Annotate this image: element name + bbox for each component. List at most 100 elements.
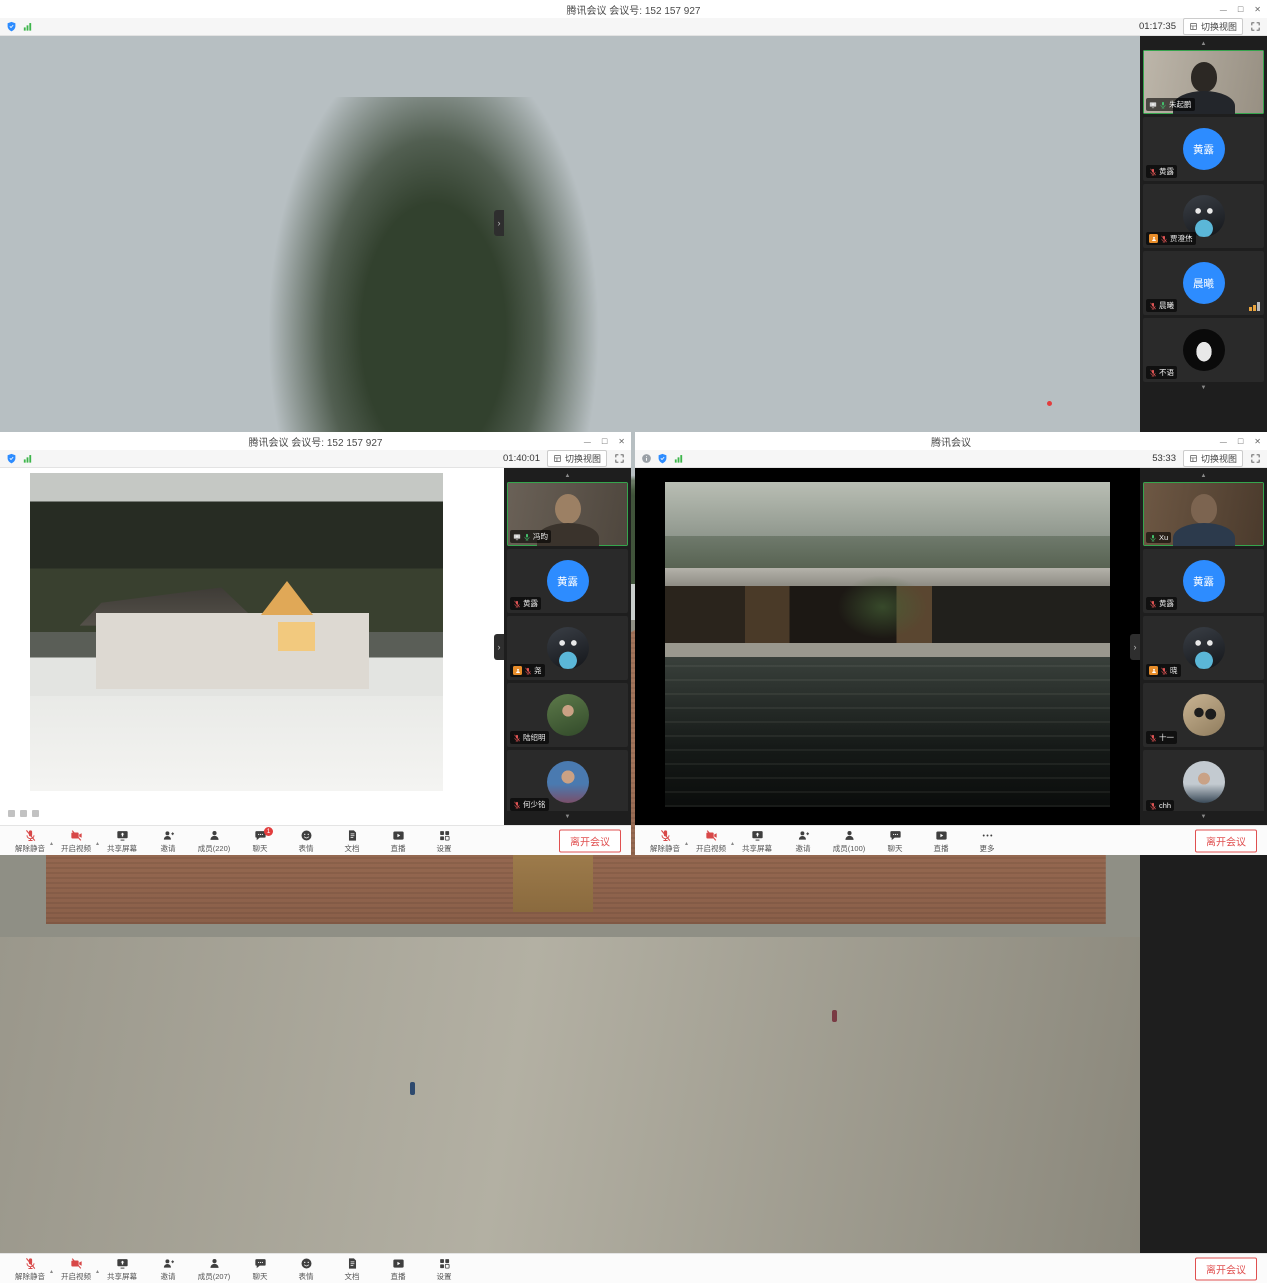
participant-label: 晨曦 <box>1146 299 1177 312</box>
toolbar-button[interactable]: 邀请 <box>781 826 825 855</box>
toolbar-button[interactable]: 开启视频 <box>54 1254 98 1283</box>
participant-tile[interactable]: chh <box>1143 750 1264 811</box>
maximize-icon[interactable] <box>602 437 607 446</box>
switch-view-button[interactable]: 切换视图 <box>1183 18 1243 35</box>
scroll-up-icon[interactable] <box>1143 470 1264 482</box>
toolbar-button[interactable]: 共享屏幕 <box>735 826 779 855</box>
toolbar-label: 文档 <box>345 843 360 854</box>
participant-tile[interactable]: 不语 <box>1143 318 1264 382</box>
toolbar-button[interactable]: 聊天 <box>873 826 917 855</box>
toolbar-button[interactable]: 开启视频 <box>689 826 733 855</box>
chevron-up-icon[interactable] <box>50 832 53 850</box>
toolbar-button[interactable]: 成员(220) <box>192 826 236 855</box>
toolbar-button[interactable]: 文档 <box>330 826 374 855</box>
network-signal-icon <box>1249 302 1260 311</box>
participant-tile[interactable]: 贾澄烋 <box>1143 184 1264 248</box>
chevron-up-icon[interactable] <box>50 1260 53 1278</box>
minimize-icon[interactable] <box>1220 437 1227 446</box>
participant-tile[interactable]: 黄露 黄露 <box>1143 117 1264 181</box>
titlebar[interactable]: 腾讯会议 会议号: 152 157 927 <box>0 432 631 450</box>
scroll-down-icon[interactable] <box>1143 382 1264 394</box>
sidebar-collapse-handle[interactable] <box>1130 634 1140 660</box>
toolbar-icon <box>438 1257 451 1270</box>
meeting-statusbar: 01:40:01 切换视图 <box>0 450 631 468</box>
toolbar-button[interactable]: 直播 <box>376 1254 420 1283</box>
chevron-up-icon[interactable] <box>685 832 688 850</box>
toolbar-button[interactable]: 成员(100) <box>827 826 871 855</box>
toolbar-button[interactable]: 成员(207) <box>192 1254 236 1283</box>
info-icon[interactable] <box>641 453 652 464</box>
network-signal-icon <box>673 453 684 464</box>
switch-view-button[interactable]: 切换视图 <box>547 450 607 467</box>
participant-tile[interactable]: 晓 <box>1143 616 1264 680</box>
titlebar[interactable]: 腾讯会议 会议号: 152 157 927 <box>0 0 1267 18</box>
leave-meeting-button[interactable]: 离开会议 <box>1195 1257 1257 1280</box>
toolbar-icon <box>116 829 129 842</box>
toolbar-button[interactable]: 表情 <box>284 1254 328 1283</box>
screen-share-icon <box>513 533 521 541</box>
minimize-icon[interactable] <box>1220 5 1227 14</box>
fullscreen-button[interactable] <box>614 453 625 464</box>
toolbar-button[interactable]: 文档 <box>330 1254 374 1283</box>
participant-tile[interactable]: 十一 <box>1143 683 1264 747</box>
participant-name: 陆绍明 <box>523 732 546 743</box>
leave-meeting-button[interactable]: 离开会议 <box>1195 829 1257 852</box>
titlebar[interactable]: 腾讯会议 <box>635 432 1267 450</box>
toolbar-button[interactable]: 解除静音 <box>643 826 687 855</box>
maximize-icon[interactable] <box>1238 5 1243 14</box>
participant-tile[interactable]: 黄露 黄露 <box>1143 549 1264 613</box>
tool-icon[interactable] <box>32 810 39 817</box>
participant-tile[interactable]: Xu <box>1143 482 1264 546</box>
toolbar-button[interactable]: 直播 <box>919 826 963 855</box>
close-icon[interactable] <box>1254 437 1261 446</box>
toolbar-icon <box>346 1257 359 1270</box>
close-icon[interactable] <box>1254 5 1261 14</box>
scroll-down-icon[interactable] <box>507 811 628 823</box>
scroll-up-icon[interactable] <box>507 470 628 482</box>
toolbar-button[interactable]: 解除静音 <box>8 826 52 855</box>
toolbar-button[interactable]: 共享屏幕 <box>100 1254 144 1283</box>
participant-tile[interactable]: 冯昀 <box>507 482 628 546</box>
scroll-up-icon[interactable] <box>1143 38 1264 50</box>
mic-muted-icon <box>1149 168 1157 176</box>
toolbar-button[interactable]: 设置 <box>422 1254 466 1283</box>
participant-label: 黄露 <box>1146 165 1177 178</box>
minimize-icon[interactable] <box>584 437 591 446</box>
chevron-up-icon[interactable] <box>96 1260 99 1278</box>
chevron-up-icon[interactable] <box>96 832 99 850</box>
leave-meeting-button[interactable]: 离开会议 <box>559 829 621 852</box>
participant-tile[interactable]: 朱起鹏 <box>1143 50 1264 114</box>
tool-icon[interactable] <box>8 810 15 817</box>
maximize-icon[interactable] <box>1238 437 1243 446</box>
fullscreen-button[interactable] <box>1250 21 1261 32</box>
toolbar-button[interactable]: 1 聊天 <box>238 826 282 855</box>
toolbar-button[interactable]: 共享屏幕 <box>100 826 144 855</box>
close-icon[interactable] <box>618 437 625 446</box>
toolbar-button[interactable]: 设置 <box>422 826 466 855</box>
toolbar-button[interactable]: 更多 <box>965 826 1009 855</box>
sidebar-collapse-handle[interactable] <box>494 634 504 660</box>
toolbar-button[interactable]: 表情 <box>284 826 328 855</box>
participant-tile[interactable]: 尧 <box>507 616 628 680</box>
toolbar-button[interactable]: 聊天 <box>238 1254 282 1283</box>
toolbar-button[interactable]: 邀请 <box>146 1254 190 1283</box>
toolbar-icon <box>935 829 948 842</box>
scroll-down-icon[interactable] <box>1143 811 1264 823</box>
toolbar-button[interactable]: 解除静音 <box>8 1254 52 1283</box>
toolbar-button[interactable]: 邀请 <box>146 826 190 855</box>
slide-tool-icons[interactable] <box>8 810 39 817</box>
participant-tile[interactable]: 黄露 黄露 <box>507 549 628 613</box>
chevron-up-icon[interactable] <box>731 832 734 850</box>
toolbar-button[interactable]: 直播 <box>376 826 420 855</box>
participant-tile[interactable]: 陆绍明 <box>507 683 628 747</box>
tool-icon[interactable] <box>20 810 27 817</box>
toolbar-button[interactable]: 开启视频 <box>54 826 98 855</box>
fullscreen-button[interactable] <box>1250 453 1261 464</box>
switch-view-label: 切换视图 <box>565 452 601 465</box>
participant-tile[interactable]: 晨曦 晨曦 <box>1143 251 1264 315</box>
sidebar-collapse-handle[interactable] <box>494 210 504 236</box>
participant-tile[interactable]: 何少铭 <box>507 750 628 811</box>
window-title: 腾讯会议 会议号: 152 157 927 <box>567 2 701 17</box>
switch-view-button[interactable]: 切换视图 <box>1183 450 1243 467</box>
host-icon <box>513 666 522 675</box>
